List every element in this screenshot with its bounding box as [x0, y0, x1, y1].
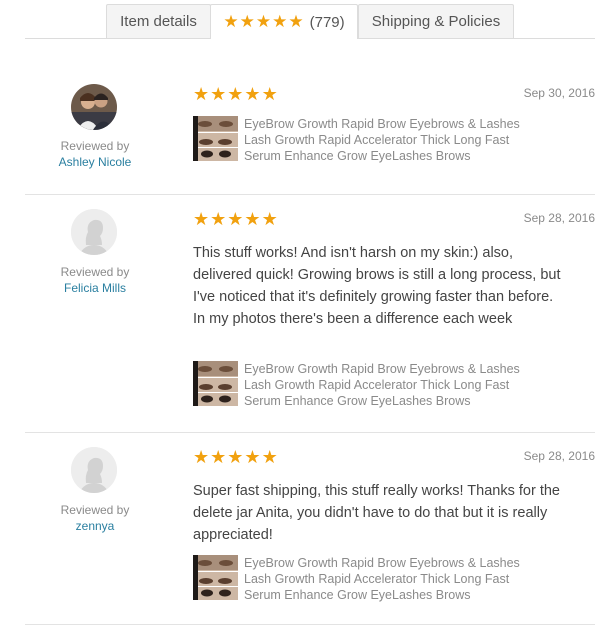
reviewer-name[interactable]: Ashley Nicole — [25, 155, 165, 169]
reviewer-name[interactable]: zennya — [25, 519, 165, 533]
tab-reviews-count: (779) — [309, 13, 345, 31]
product-link[interactable]: EyeBrow Growth Rapid Brow Eyebrows & Las… — [193, 116, 533, 163]
rating-stars: ★ ★ ★ ★ ★ — [193, 210, 278, 230]
reviewer-name[interactable]: Felicia Mills — [25, 281, 165, 295]
review-text: Super fast shipping, this stuff really w… — [193, 483, 560, 543]
avatar[interactable] — [71, 209, 117, 255]
star-icon: ★ — [210, 84, 227, 104]
star-icon: ★ — [227, 209, 244, 229]
review-item: Reviewed by zennya ★ ★ ★ ★ ★ Sep 28, 201… — [25, 433, 595, 623]
star-icon: ★ — [288, 12, 304, 31]
tab-item-details[interactable]: Item details — [106, 4, 211, 38]
star-icon: ★ — [239, 12, 255, 31]
avatar[interactable] — [71, 447, 117, 493]
avatar-placeholder-icon — [71, 447, 117, 493]
star-icon: ★ — [261, 447, 278, 467]
star-icon: ★ — [255, 12, 272, 31]
star-icon: ★ — [261, 84, 278, 104]
product-thumbnail — [193, 555, 238, 600]
avatar-photo — [71, 84, 117, 130]
review-text: This stuff works! And isn't harsh on my … — [193, 245, 561, 327]
star-icon: ★ — [227, 447, 244, 467]
review-date: Sep 30, 2016 — [523, 86, 595, 100]
avatar-placeholder-icon — [71, 209, 117, 255]
reviewed-by-label: Reviewed by — [60, 503, 130, 517]
tab-shipping-label: Shipping & Policies — [371, 13, 501, 30]
product-title: EyeBrow Growth Rapid Brow Eyebrows & Las… — [244, 362, 520, 408]
review-divider — [25, 624, 595, 625]
tab-reviews[interactable]: ★ ★ ★ ★ ★ (779) — [210, 4, 358, 39]
star-icon: ★ — [223, 12, 239, 31]
star-icon: ★ — [193, 84, 210, 104]
product-title: EyeBrow Growth Rapid Brow Eyebrows & Las… — [244, 556, 520, 602]
star-icon: ★ — [272, 12, 288, 31]
star-icon: ★ — [193, 447, 210, 467]
tab-bar: Item details ★ ★ ★ ★ ★ (779) Shipping & … — [0, 0, 615, 40]
star-icon: ★ — [244, 447, 261, 467]
product-title: EyeBrow Growth Rapid Brow Eyebrows & Las… — [244, 117, 520, 163]
product-link[interactable]: EyeBrow Growth Rapid Brow Eyebrows & Las… — [193, 361, 533, 408]
product-link[interactable]: EyeBrow Growth Rapid Brow Eyebrows & Las… — [193, 555, 533, 602]
star-icon: ★ — [261, 209, 278, 229]
product-thumbnail — [193, 361, 238, 406]
tab-item-details-label: Item details — [120, 13, 197, 30]
star-icon: ★ — [244, 209, 261, 229]
reviewed-by-label: Reviewed by — [60, 139, 130, 153]
rating-stars: ★ ★ ★ ★ ★ — [193, 448, 278, 468]
rating-stars: ★ ★ ★ ★ ★ — [193, 85, 278, 105]
review-date: Sep 28, 2016 — [523, 449, 595, 463]
tab-reviews-rating: ★ ★ ★ ★ ★ — [223, 13, 303, 31]
review-item: Reviewed by Ashley Nicole ★ ★ ★ ★ ★ Sep … — [25, 70, 595, 190]
reviewed-by-label: Reviewed by — [60, 265, 130, 279]
star-icon: ★ — [227, 84, 244, 104]
product-thumbnail — [193, 116, 238, 161]
avatar[interactable] — [71, 84, 117, 130]
star-icon: ★ — [210, 209, 227, 229]
star-icon: ★ — [244, 84, 261, 104]
review-date: Sep 28, 2016 — [523, 211, 595, 225]
star-icon: ★ — [210, 447, 227, 467]
tab-shipping-policies[interactable]: Shipping & Policies — [358, 4, 514, 38]
review-item: Reviewed by Felicia Mills ★ ★ ★ ★ ★ Sep … — [25, 195, 595, 431]
star-icon: ★ — [193, 209, 210, 229]
